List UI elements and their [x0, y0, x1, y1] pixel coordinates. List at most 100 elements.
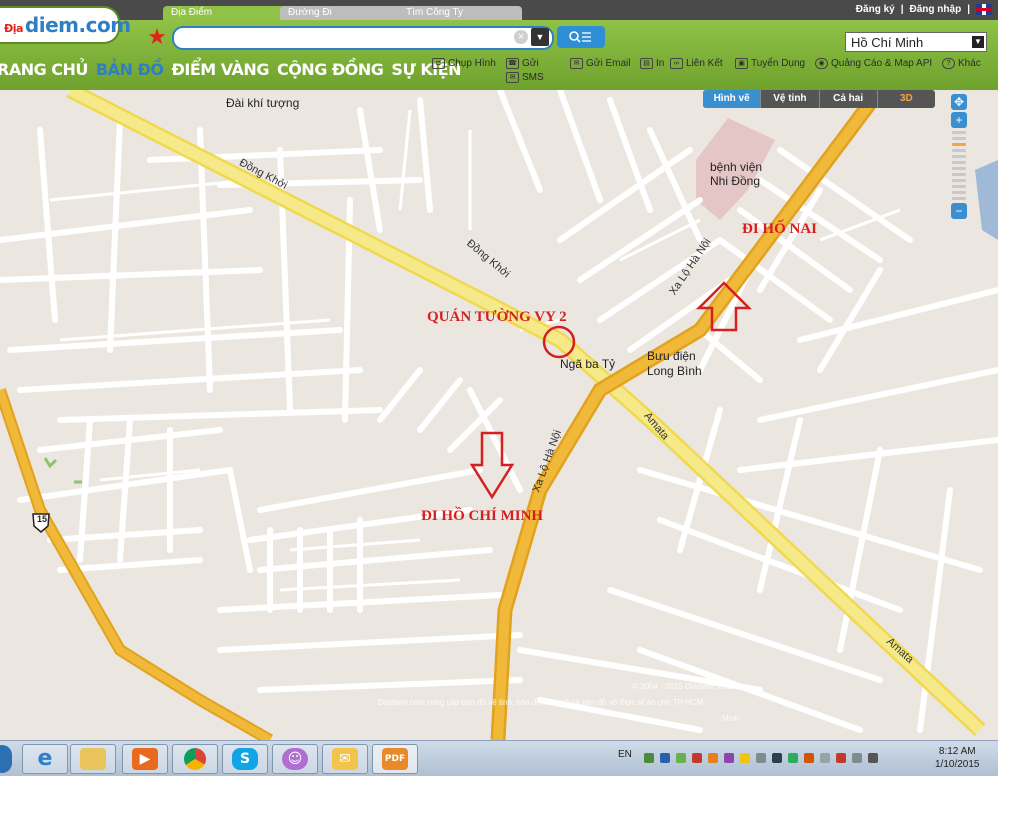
zoom-out-button[interactable]: −: [951, 203, 967, 219]
system-clock[interactable]: 8:12 AM 1/10/2015: [935, 745, 980, 771]
zoom-level[interactable]: [952, 197, 966, 200]
tray-icon[interactable]: [644, 753, 654, 763]
map-copyright-tail: Minh: [722, 714, 740, 723]
windows-taskbar: e ▶ S ☺ ✉ PDF EN 8:12 AM 1/10/2015: [0, 740, 998, 776]
zoom-level[interactable]: [952, 149, 966, 152]
send-tool[interactable]: ☎ Gửi: [506, 58, 539, 69]
tray-icon[interactable]: [676, 753, 686, 763]
map-type-hybrid[interactable]: Cả hai: [820, 90, 878, 108]
place-post-office[interactable]: Bưu điện Long Bình: [647, 349, 702, 379]
taskbar-ie[interactable]: e: [22, 744, 68, 774]
search-dropdown-icon[interactable]: ▼: [531, 28, 549, 46]
nav-golden-points[interactable]: ĐIỂM VÀNG: [171, 60, 269, 79]
zoom-level[interactable]: [952, 185, 966, 188]
print-icon: ▤: [640, 58, 653, 69]
capture-tool[interactable]: ◘ Chụp Hình: [432, 58, 496, 69]
messenger-icon: ☺: [282, 748, 308, 770]
tray-icon[interactable]: [724, 753, 734, 763]
pdf-icon: PDF: [382, 748, 408, 770]
zoom-level[interactable]: [952, 131, 966, 134]
site-header: Địa diem.com Địa Điểm Đường Đi Tìm Công T…: [0, 0, 998, 90]
email-tool[interactable]: ✉ Gửi Email: [570, 58, 630, 69]
search-button[interactable]: [557, 26, 605, 48]
sms-tool[interactable]: ✉ SMS: [506, 72, 544, 83]
clear-search-icon[interactable]: ×: [514, 30, 528, 44]
zoom-level[interactable]: [952, 191, 966, 194]
zoom-level[interactable]: [952, 155, 966, 158]
system-tray: EN: [618, 749, 878, 763]
link-tool[interactable]: ∞ Liên Kết: [670, 58, 723, 69]
taskbar-media[interactable]: ▶: [122, 744, 168, 774]
tray-icon[interactable]: [756, 753, 766, 763]
link-icon: ∞: [670, 58, 683, 69]
flag-icon[interactable]: [836, 753, 846, 763]
city-select[interactable]: Hồ Chí Minh ▼: [845, 32, 987, 52]
taskbar-mail[interactable]: ✉: [322, 744, 368, 774]
zoom-level[interactable]: [952, 179, 966, 182]
folder-icon: [80, 748, 106, 770]
taskbar-skype[interactable]: S: [222, 744, 268, 774]
tray-icon[interactable]: [660, 753, 670, 763]
place-junction[interactable]: Ngã ba Tỷ: [560, 357, 615, 371]
taskbar-explorer[interactable]: [70, 744, 116, 774]
logo-text: Địa diem.com: [4, 13, 131, 37]
chrome-icon: [184, 748, 206, 770]
clock-date: 1/10/2015: [935, 759, 980, 770]
main-nav: RANG CHỦ BẢN ĐỒ ĐIỂM VÀNG CỘNG ĐỒNG SỰ K…: [0, 60, 462, 79]
taskbar-pdf[interactable]: PDF: [372, 744, 418, 774]
nav-home[interactable]: RANG CHỦ: [0, 60, 88, 79]
network-icon[interactable]: [852, 753, 862, 763]
language-indicator[interactable]: EN: [618, 749, 632, 760]
tab-duong-di[interactable]: Đường Đi: [280, 6, 404, 20]
nav-map[interactable]: BẢN ĐỒ: [96, 60, 164, 79]
map-type-3d[interactable]: 3D: [878, 90, 935, 108]
phone-icon: ☎: [506, 58, 519, 69]
tray-icon[interactable]: [708, 753, 718, 763]
annotation-shop-name: QUÁN TƯỜNG VY 2: [427, 309, 567, 325]
tab-dia-diem[interactable]: Địa Điểm: [163, 6, 287, 20]
other-tool[interactable]: ? Khác: [942, 58, 981, 69]
ads-tool[interactable]: ◉ Quảng Cáo & Map API: [815, 58, 932, 69]
tray-icon[interactable]: [740, 753, 750, 763]
zoom-level-current[interactable]: [952, 143, 966, 146]
register-link[interactable]: Đăng ký: [856, 4, 895, 15]
zoom-level[interactable]: [952, 167, 966, 170]
volume-icon[interactable]: [868, 753, 878, 763]
tray-icon[interactable]: [804, 753, 814, 763]
map-copyright-description: Diadiem.com cung cấp bản đồ vệ tinh, bản…: [378, 698, 704, 707]
map-type-switch: Hình vẽ Vệ tinh Cả hai 3D: [703, 90, 935, 108]
tray-icon[interactable]: [820, 753, 830, 763]
taskbar-chrome[interactable]: [172, 744, 218, 774]
tray-icon[interactable]: [772, 753, 782, 763]
tray-icon[interactable]: [788, 753, 798, 763]
chevron-down-icon: ▼: [972, 36, 984, 48]
place-hospital[interactable]: bệnh viện Nhi Đồng: [710, 160, 762, 188]
place-weather-station[interactable]: Đài khí tượng: [226, 96, 299, 110]
email-icon: ✉: [570, 58, 583, 69]
site-logo[interactable]: Địa diem.com: [0, 6, 131, 44]
zoom-in-button[interactable]: +: [951, 112, 967, 128]
start-button[interactable]: [0, 745, 12, 773]
internet-explorer-icon: e: [37, 746, 53, 771]
annotation-to-ho-nai: ĐI HỐ NAI: [742, 221, 818, 237]
uk-flag-icon[interactable]: [976, 4, 992, 15]
favorite-star-icon[interactable]: ★: [146, 26, 168, 48]
map-copyright: © 2004 - 2015 Diadiem JSC: [632, 682, 732, 691]
taskbar-messenger[interactable]: ☺: [272, 744, 318, 774]
nav-community[interactable]: CỘNG ĐỒNG: [277, 60, 384, 79]
map-type-satellite[interactable]: Vệ tinh: [761, 90, 820, 108]
tray-icon[interactable]: [692, 753, 702, 763]
jobs-tool[interactable]: ▣ Tuyển Dụng: [735, 58, 805, 69]
login-link[interactable]: Đăng nhập: [910, 4, 962, 15]
pan-icon[interactable]: ✥: [951, 94, 967, 110]
tab-tim-cong-ty[interactable]: Tìm Công Ty: [398, 6, 522, 20]
zoom-level[interactable]: [952, 137, 966, 140]
zoom-level[interactable]: [952, 173, 966, 176]
search-input[interactable]: [172, 26, 554, 50]
print-tool[interactable]: ▤ In: [640, 58, 664, 69]
map-type-drawing[interactable]: Hình vẽ: [703, 90, 762, 108]
separator: |: [900, 4, 904, 15]
zoom-level[interactable]: [952, 161, 966, 164]
map-canvas[interactable]: Đài khí tượng bệnh viện Nhi Đồng Ngã ba …: [0, 90, 998, 740]
sms-icon: ✉: [506, 72, 519, 83]
